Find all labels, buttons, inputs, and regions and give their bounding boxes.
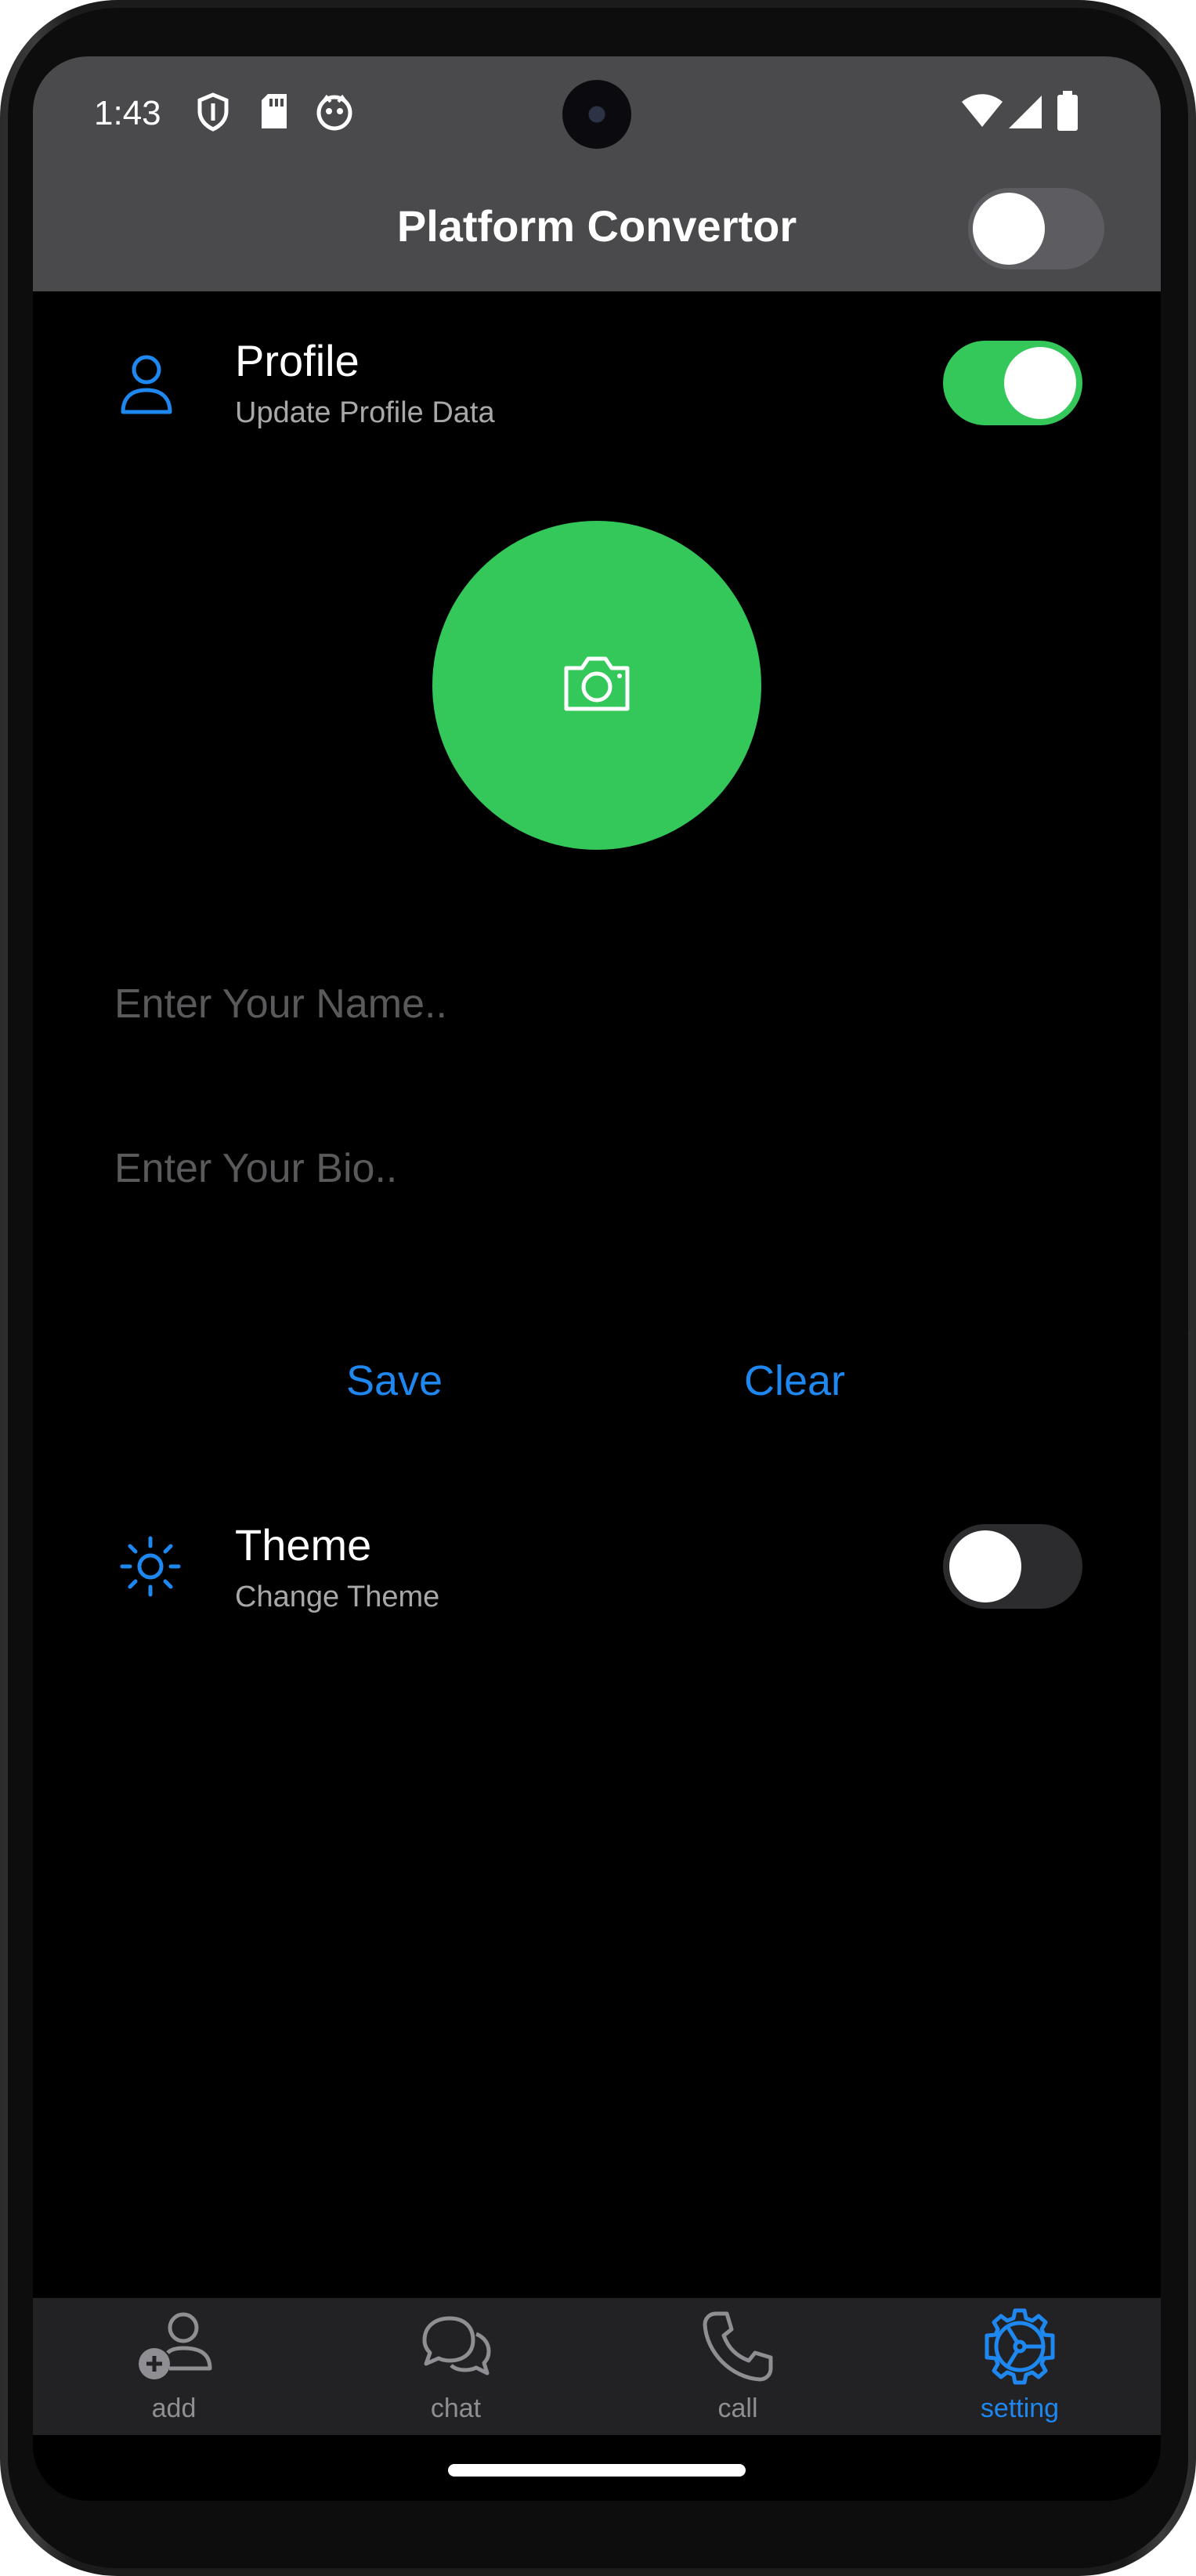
status-time: 1:43 [94,94,161,132]
theme-toggle[interactable] [943,1524,1082,1609]
phone-icon [703,2311,773,2382]
power-button [1188,689,1196,909]
nav-label-add: add [151,2394,197,2423]
nav-label-setting: setting [980,2394,1060,2423]
profile-title: Profile [235,336,360,385]
add-person-icon [139,2312,212,2379]
theme-subtitle: Change Theme [235,1581,440,1613]
profile-avatar[interactable] [432,521,761,850]
settings-gear-icon [985,2308,1055,2385]
nav-item-setting[interactable]: setting [879,2298,1161,2435]
camera-icon [562,654,632,717]
profile-subtitle: Update Profile Data [235,396,495,429]
volume-button [1188,1003,1196,1331]
nav-label-chat: chat [430,2394,482,2423]
toggle-knob [973,193,1045,265]
name-input[interactable] [114,965,1078,1043]
profile-toggle[interactable] [943,341,1082,425]
toggle-knob [949,1530,1021,1602]
cellular-signal-icon [1007,94,1043,134]
clear-button[interactable]: Clear [744,1357,845,1405]
nav-item-call[interactable]: call [597,2298,879,2435]
wifi-icon [960,94,1004,132]
sd-card-icon [258,92,290,134]
home-indicator[interactable] [448,2464,746,2477]
chat-bubbles-icon [422,2316,491,2375]
phone-frame: 1:43 Platform Convertor Profile Update P… [0,0,1196,2576]
shield-icon [196,92,230,135]
app-notification-icon [315,92,354,135]
person-icon [119,352,174,419]
front-camera [562,80,631,149]
top-bar: 1:43 Platform Convertor [33,56,1161,291]
platform-toggle[interactable] [968,188,1104,269]
battery-icon [1056,91,1079,135]
bio-input[interactable] [114,1129,1078,1208]
nav-item-add[interactable]: add [33,2298,315,2435]
bottom-navigation: add chat call setting [33,2298,1161,2435]
screen: 1:43 Platform Convertor Profile Update P… [33,56,1161,2501]
nav-label-call: call [717,2394,758,2423]
sun-icon [119,1535,182,1602]
nav-item-chat[interactable]: chat [315,2298,597,2435]
save-button[interactable]: Save [346,1357,443,1405]
theme-title: Theme [235,1520,372,1570]
toggle-knob [1004,347,1076,419]
